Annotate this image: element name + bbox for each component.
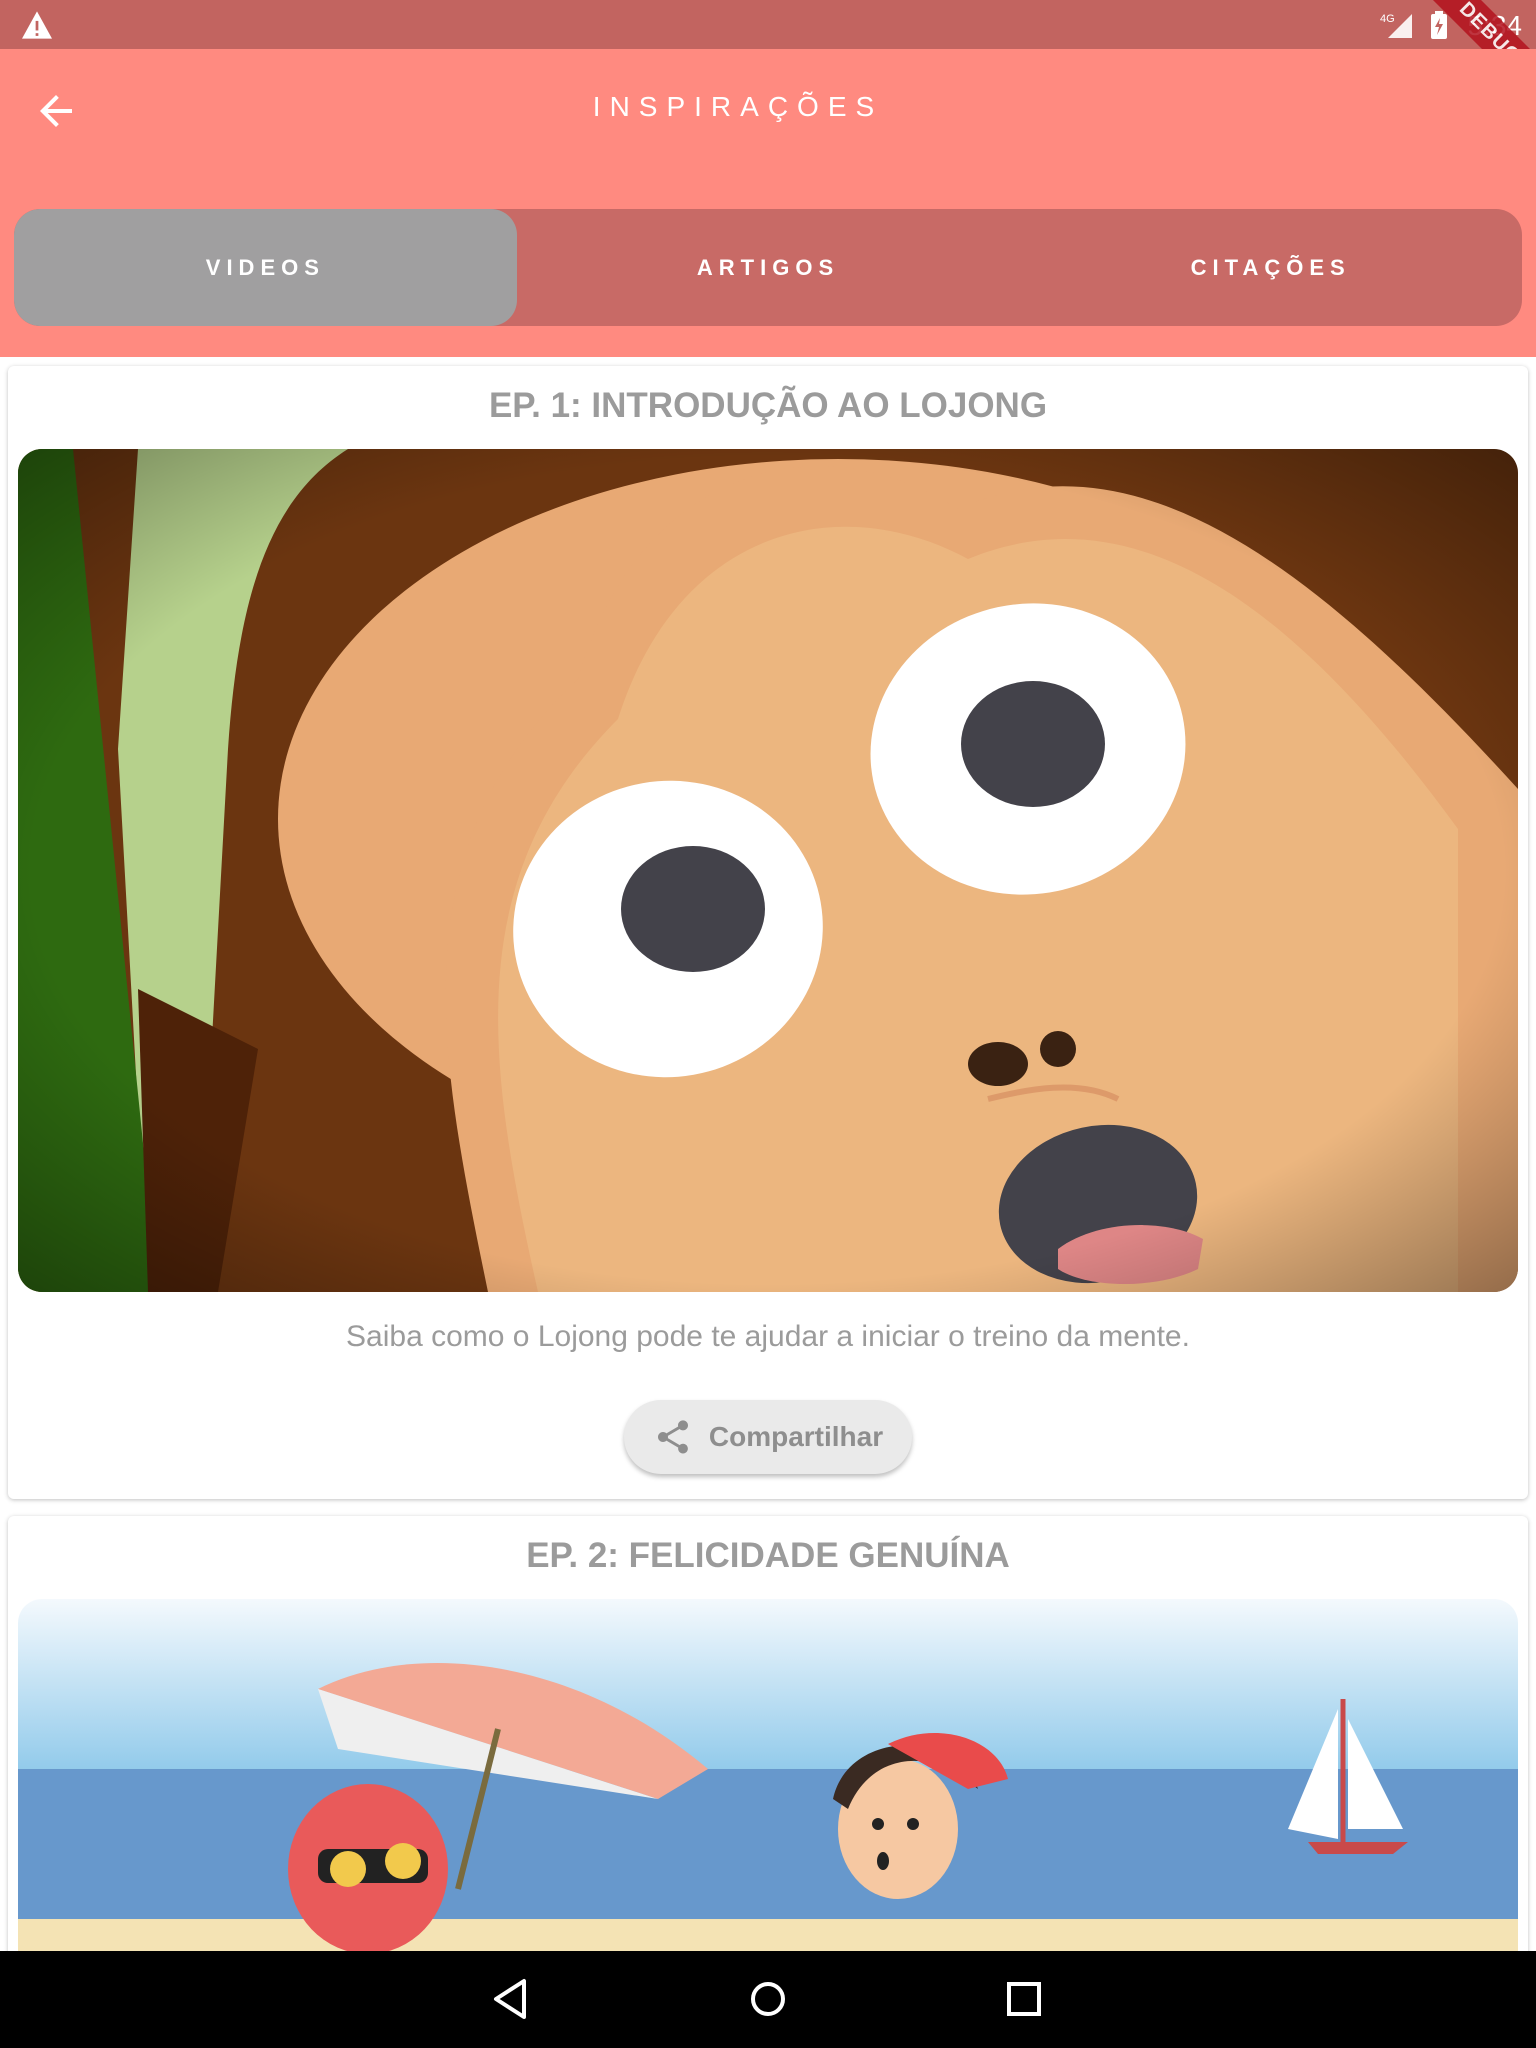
svg-text:4G: 4G	[1380, 13, 1395, 25]
app-bar: INSPIRAÇÕES VIDEOS ARTIGOS CITAÇÕES	[0, 49, 1536, 357]
tab-label: VIDEOS	[205, 254, 325, 280]
share-button[interactable]: Compartilhar	[624, 1400, 912, 1474]
cell-signal-icon: 4G	[1380, 13, 1412, 38]
tab-citacoes[interactable]: CITAÇÕES	[1019, 209, 1522, 326]
status-bar: 4G 5:34 DEBUG	[0, 0, 1536, 109]
video-title: EP. 2: FELICIDADE GENUÍNA	[526, 1536, 1010, 1575]
page-title: INSPIRAÇÕES	[592, 91, 884, 122]
system-nav-bar	[0, 1951, 1536, 2048]
share-icon	[657, 1420, 688, 1454]
video-thumbnail[interactable]	[18, 449, 1518, 1292]
video-title: EP. 1: INTRODUÇÃO AO LOJONG	[488, 386, 1048, 425]
tab-label: ARTIGOS	[696, 254, 840, 280]
share-label: Compartilhar	[708, 1421, 884, 1452]
tab-videos[interactable]: VIDEOS	[14, 209, 517, 326]
warning-icon	[22, 11, 52, 39]
tab-label: CITAÇÕES	[1190, 254, 1351, 280]
tab-artigos[interactable]: ARTIGOS	[517, 209, 1020, 326]
video-card: EP. 1: INTRODUÇÃO AO LOJONG Saiba como o…	[8, 366, 1528, 1499]
nav-home-icon[interactable]	[742, 1973, 794, 2025]
monkey-illustration	[18, 449, 1518, 1292]
nav-recents-icon[interactable]	[998, 1973, 1050, 2025]
nav-back-icon[interactable]	[486, 1973, 538, 2025]
tab-bar: VIDEOS ARTIGOS CITAÇÕES	[14, 209, 1522, 326]
video-description: Saiba como o Lojong pode te ajudar a ini…	[346, 1320, 1190, 1353]
